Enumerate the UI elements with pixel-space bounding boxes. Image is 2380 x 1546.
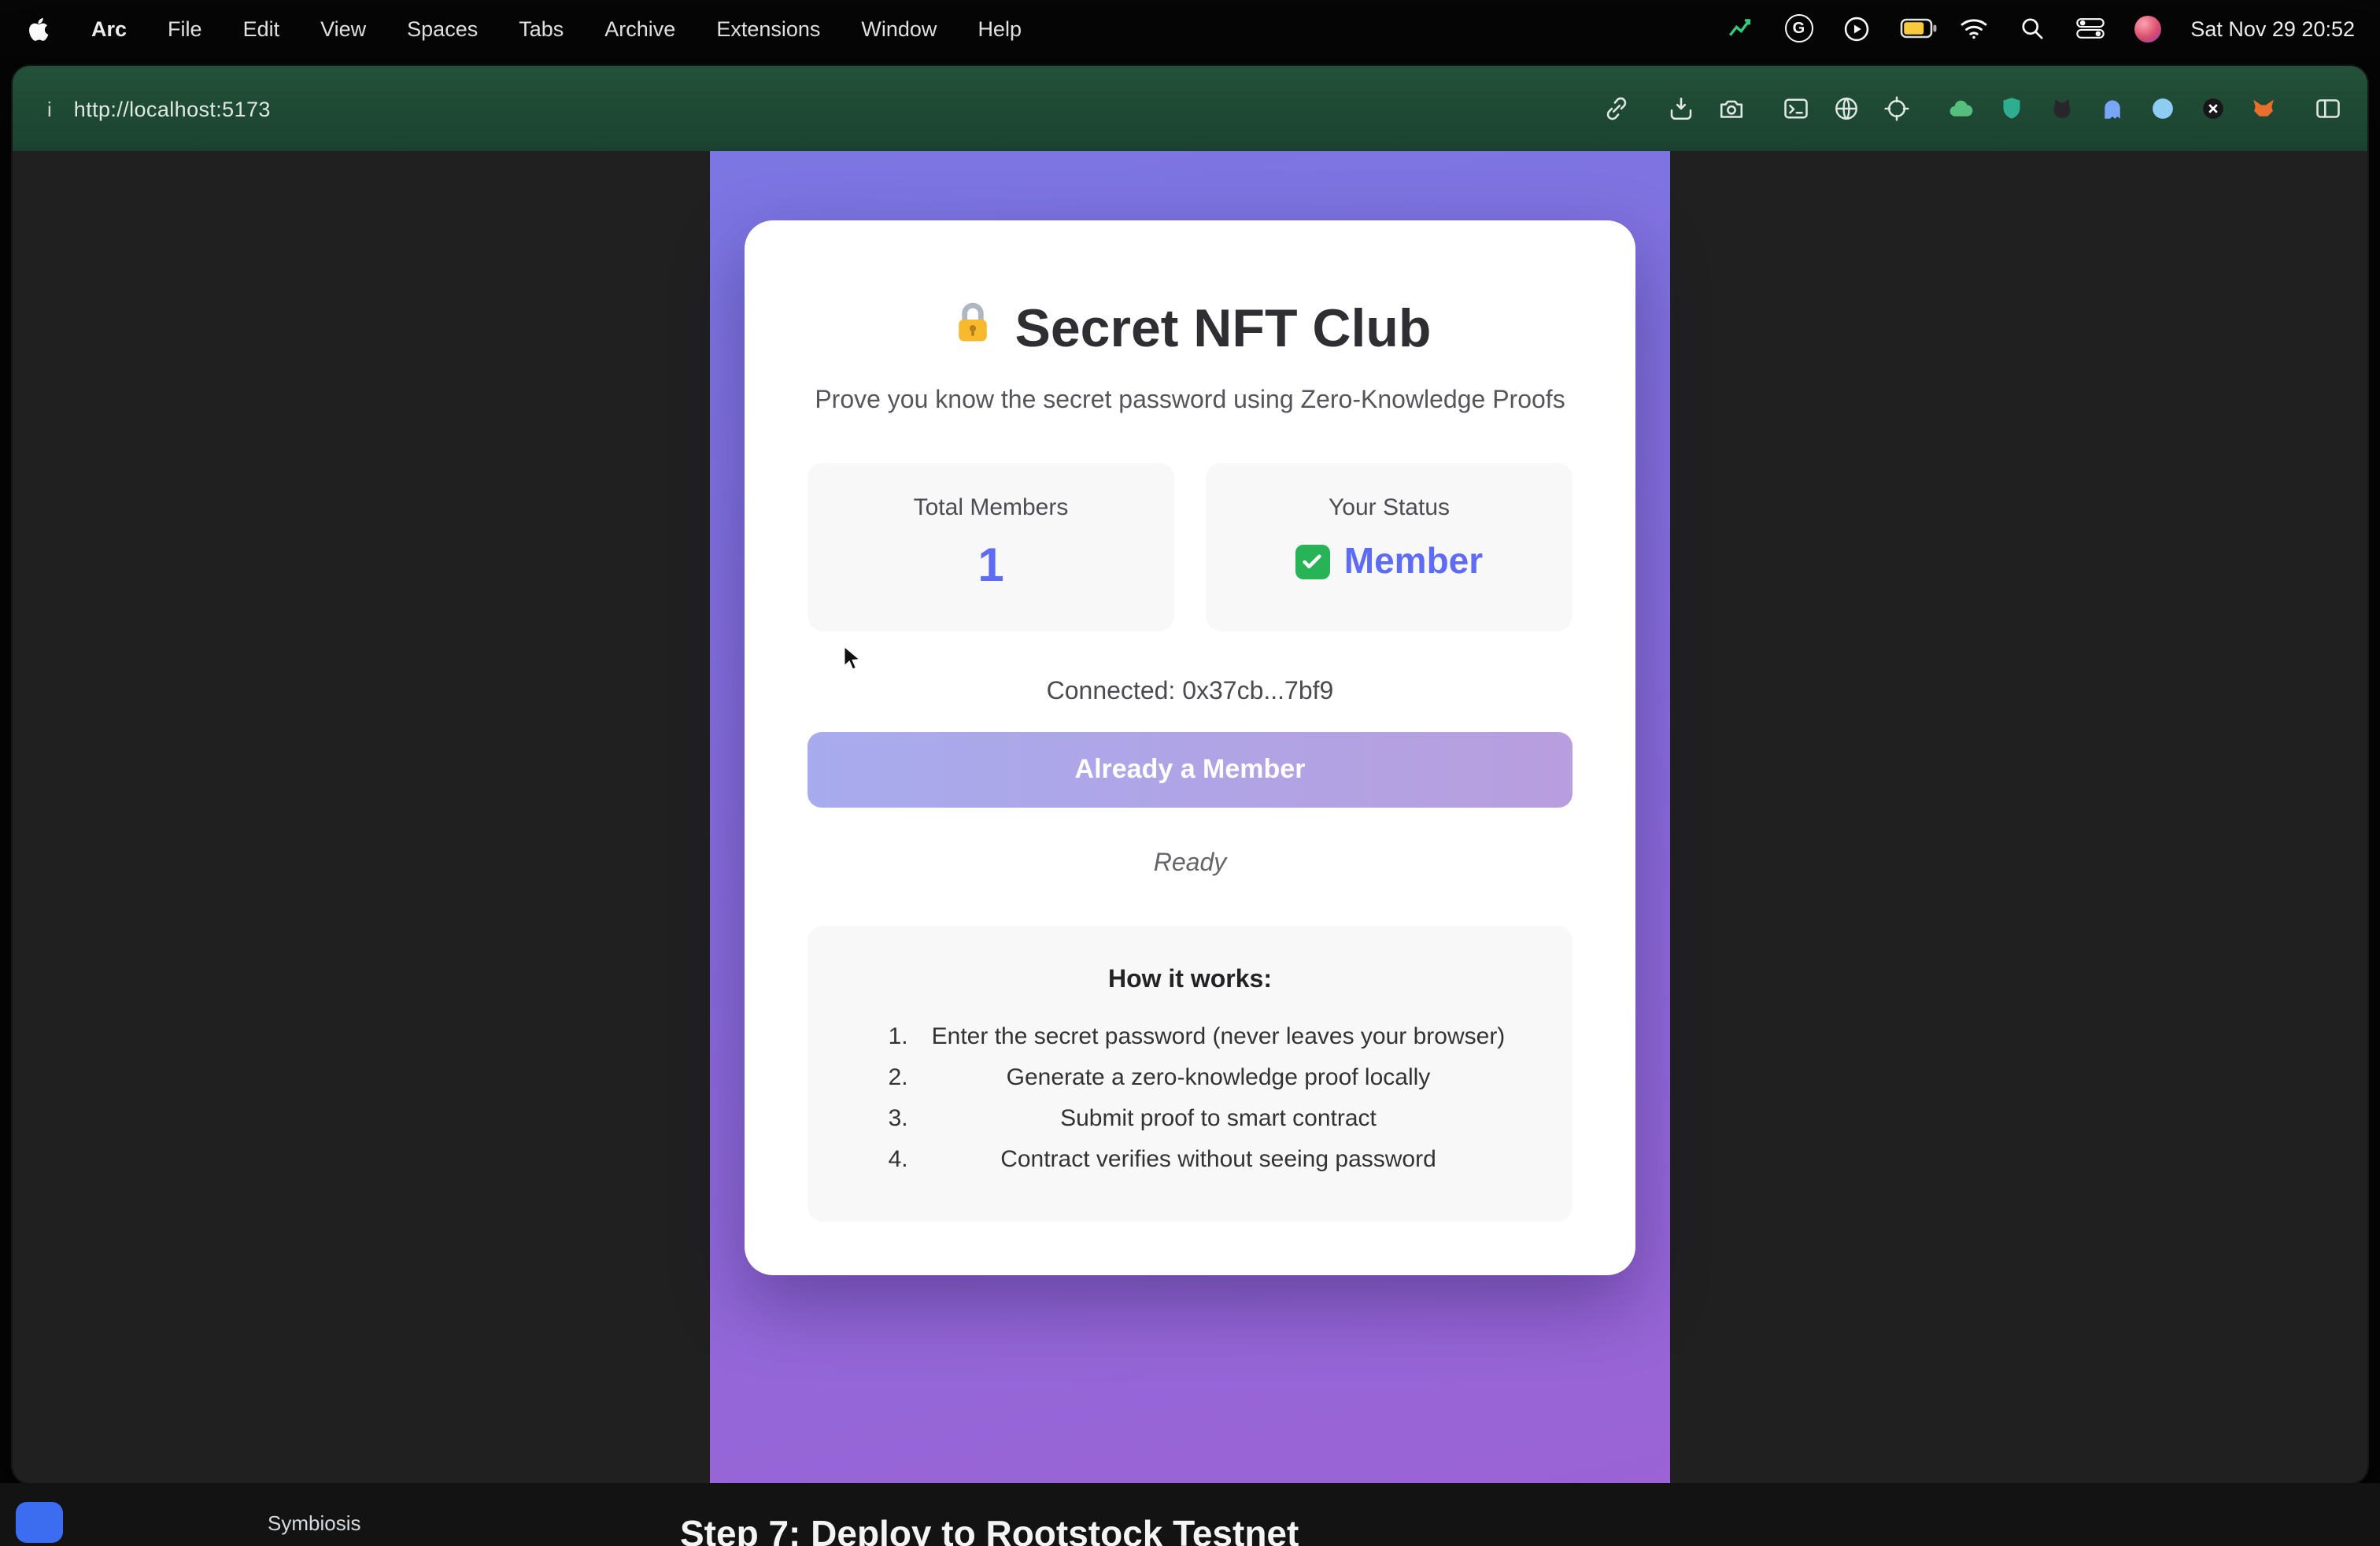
browser-content: Secret NFT Club Prove you know the secre… <box>13 151 2367 1483</box>
extension-ghost-icon[interactable] <box>2097 94 2127 124</box>
how-step-3: Submit proof to smart contract <box>915 1099 1522 1140</box>
check-icon <box>1295 544 1330 579</box>
stat-total-members: Total Members 1 <box>808 463 1174 631</box>
menu-extensions[interactable]: Extensions <box>716 17 820 40</box>
background-window-heading: Step 7: Deploy to Rootstock Testnet <box>680 1513 1299 1546</box>
extension-x-icon[interactable] <box>2197 94 2227 124</box>
menu-help[interactable]: Help <box>978 17 1022 40</box>
menu-file[interactable]: File <box>168 17 202 40</box>
how-step-2: Generate a zero-knowledge proof locally <box>915 1058 1522 1099</box>
menu-view[interactable]: View <box>320 17 366 40</box>
extension-cloud-icon[interactable] <box>1946 94 1975 124</box>
browser-window: i http://localhost:5173 <box>13 66 2367 1483</box>
sidebar-toggle-icon[interactable] <box>2312 94 2342 124</box>
toolbar-icons <box>1601 94 2342 124</box>
browser-toolbar: i http://localhost:5173 <box>13 66 2367 151</box>
search-icon[interactable] <box>2016 13 2047 44</box>
url-bar: i http://localhost:5173 <box>47 97 271 120</box>
menu-tabs[interactable]: Tabs <box>519 17 564 40</box>
background-window-strip[interactable]: Symbiosis Step 7: Deploy to Rootstock Te… <box>0 1483 2380 1546</box>
how-it-works-list: Enter the secret password (never leaves … <box>842 1017 1538 1181</box>
menu-bar-status: G Sat Nov 29 20:52 <box>1724 13 2355 44</box>
camera-icon[interactable] <box>1716 94 1746 124</box>
screen: Arc File Edit View Spaces Tabs Archive E… <box>0 0 2380 1546</box>
menu-archive[interactable]: Archive <box>604 17 675 40</box>
globe-icon[interactable] <box>1831 94 1861 124</box>
menu-window[interactable]: Window <box>861 17 937 40</box>
connected-wallet-text: Connected: 0x37cb...7bf9 <box>808 679 1572 707</box>
page-info-icon[interactable]: i <box>47 97 52 120</box>
stats-row: Total Members 1 Your Status Member <box>808 463 1572 631</box>
lock-icon <box>949 299 996 361</box>
avatar-icon[interactable] <box>2132 13 2164 44</box>
page-title: Secret NFT Club <box>808 299 1572 361</box>
control-center-icon[interactable] <box>2074 13 2105 44</box>
picker-target-icon[interactable] <box>1881 94 1911 124</box>
extension-shield-icon[interactable] <box>1996 94 2026 124</box>
play-circle-icon[interactable] <box>1841 13 1872 44</box>
wifi-icon[interactable] <box>1957 13 1989 44</box>
terminal-icon[interactable] <box>1780 94 1810 124</box>
avatar <box>2134 15 2161 42</box>
secret-nft-club-card: Secret NFT Club Prove you know the secre… <box>745 220 1635 1275</box>
extension-fox-icon[interactable] <box>2248 94 2278 124</box>
menu-clock[interactable]: Sat Nov 29 20:52 <box>2190 17 2355 40</box>
member-status-row: Member <box>1218 540 1560 583</box>
already-a-member-button[interactable]: Already a Member <box>808 732 1572 808</box>
how-it-works-box: How it works: Enter the secret password … <box>808 926 1572 1222</box>
page-title-text: Secret NFT Club <box>1015 299 1432 361</box>
menu-bar-left: Arc File Edit View Spaces Tabs Archive E… <box>25 15 1022 42</box>
menu-spaces[interactable]: Spaces <box>407 17 478 40</box>
url-text[interactable]: http://localhost:5173 <box>74 97 271 120</box>
stat-your-status: Your Status Member <box>1206 463 1572 631</box>
grammarly-icon[interactable]: G <box>1783 13 1814 44</box>
grammarly-g: G <box>1784 14 1813 43</box>
battery-icon[interactable] <box>1899 13 1931 44</box>
how-step-1: Enter the secret password (never leaves … <box>915 1017 1522 1058</box>
status-ready-text: Ready <box>808 850 1572 878</box>
downloads-tray-icon[interactable] <box>1665 94 1695 124</box>
page-gradient-background: Secret NFT Club Prove you know the secre… <box>710 151 1670 1483</box>
member-status-value: Member <box>1344 540 1483 583</box>
stat-total-members-label: Total Members <box>820 494 1162 521</box>
menu-edit[interactable]: Edit <box>243 17 280 40</box>
stat-total-members-value: 1 <box>820 540 1162 594</box>
page-subtitle: Prove you know the secret password using… <box>808 387 1572 416</box>
apple-logo-icon[interactable] <box>25 15 50 42</box>
copy-link-icon[interactable] <box>1601 94 1631 124</box>
background-window-app-label: Symbiosis <box>268 1511 361 1535</box>
menu-app-name[interactable]: Arc <box>91 17 127 40</box>
menu-bar: Arc File Edit View Spaces Tabs Archive E… <box>0 0 2380 57</box>
extension-bird-icon[interactable] <box>2147 94 2177 124</box>
extension-cat-icon[interactable] <box>2046 94 2076 124</box>
stat-your-status-label: Your Status <box>1218 494 1560 521</box>
how-step-4: Contract verifies without seeing passwor… <box>915 1140 1522 1181</box>
how-it-works-title: How it works: <box>842 967 1538 995</box>
stocks-icon[interactable] <box>1724 13 1756 44</box>
background-window-blue-chip <box>16 1502 63 1543</box>
